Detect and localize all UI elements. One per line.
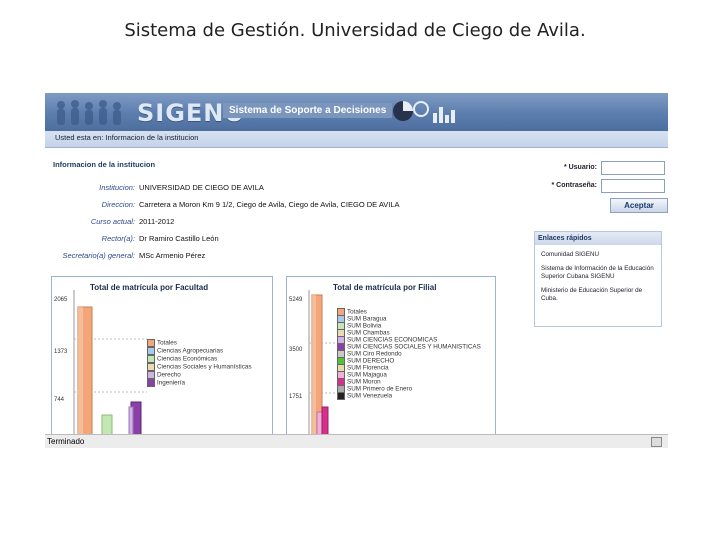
people-silhouettes-icon (57, 100, 121, 125)
quick-link-sigenu[interactable]: Sistema de Información de la Educación S… (535, 265, 661, 281)
password-label: * Contraseña: (551, 182, 597, 189)
branch-enrollment-chart: Total de matrícula por Filial 5249 3500 … (286, 276, 496, 440)
quick-links-title: Enlaces rápidos (535, 232, 661, 245)
legend-item: SUM Venezuela (337, 392, 392, 400)
institution-value: UNIVERSIDAD DE CIEGO DE AVILA (139, 183, 264, 192)
legend-item: Ciencias Sociales y Humanísticas (147, 363, 252, 371)
password-input[interactable] (601, 179, 665, 193)
secretary-label: Secretario(a) general: (62, 251, 135, 260)
quick-link-mes[interactable]: Ministerio de Educación Superior de Cuba… (535, 287, 661, 303)
browser-screenshot: SIGENU Sistema de Soporte a Decisiones U… (45, 93, 668, 448)
faculty-enrollment-chart: Total de matrícula por Facultad 2065 137… (51, 276, 273, 440)
app-banner: SIGENU Sistema de Soporte a Decisiones (45, 93, 668, 131)
rector-value: Dr Ramiro Castillo León (139, 234, 219, 243)
legend-item: Ingeniería (147, 379, 185, 387)
branch-y-tick-top: 5249 (289, 297, 303, 303)
course-label: Curso actual: (90, 217, 135, 226)
faculty-y-tick-mid: 1373 (54, 349, 68, 355)
branch-chart-title: Total de matrícula por Filial (333, 283, 437, 292)
slide-title: Sistema de Gestión. Universidad de Ciego… (124, 20, 586, 41)
address-value: Carretera a Moron Km 9 1/2, Ciego de Avi… (139, 200, 400, 209)
secretary-value: MSc Armenio Pérez (139, 251, 206, 260)
institution-section-title: Informacion de la institucion (53, 160, 156, 169)
address-label: Direccion: (101, 200, 135, 209)
branch-y-tick-low: 1751 (289, 394, 303, 400)
legend-item: Ciencias Agropecuarias (147, 347, 223, 355)
course-value: 2011-2012 (139, 217, 175, 226)
rector-label: Rector(a): (101, 234, 135, 243)
legend-item: Derecho (147, 371, 181, 379)
faculty-chart-title: Total de matrícula por Facultad (90, 283, 209, 292)
legend-item: Ciencias Económicas (147, 355, 217, 363)
branch-y-tick-mid: 3500 (289, 347, 303, 353)
accept-button[interactable]: Aceptar (610, 198, 668, 213)
faculty-y-tick-low: 744 (54, 397, 65, 403)
page-status-icon (651, 437, 662, 447)
quick-link-comunidad[interactable]: Comunidad SIGENU (535, 251, 661, 259)
username-input[interactable] (601, 161, 665, 175)
username-label: * Usuario: (563, 164, 597, 171)
quick-links-panel: Enlaces rápidos Comunidad SIGENU Sistema… (534, 231, 662, 327)
app-subtitle: Sistema de Soporte a Decisiones (223, 103, 393, 118)
breadcrumb: Usted esta en: Informacion de la institu… (55, 133, 199, 142)
status-text: Terminado (47, 437, 85, 446)
browser-status-bar: Terminado (45, 434, 668, 448)
breadcrumb-bar: Usted esta en: Informacion de la institu… (45, 131, 668, 148)
legend-item: Totales (147, 339, 177, 347)
faculty-y-tick-top: 2065 (54, 297, 68, 303)
institution-label: Institucion: (99, 183, 135, 192)
decision-chart-icon (393, 101, 455, 123)
